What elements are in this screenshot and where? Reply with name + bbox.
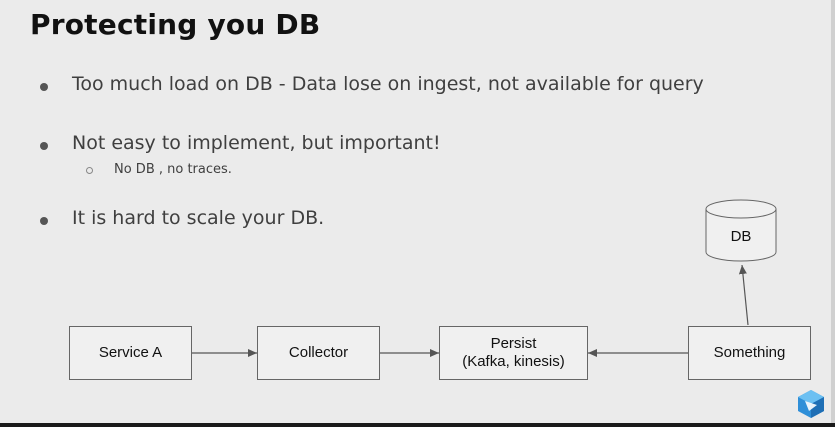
frame-edge [831, 0, 835, 427]
persist-sublabel: (Kafka, kinesis) [462, 353, 565, 370]
edge-something-to-db [738, 264, 749, 326]
cube-logo-icon [797, 389, 825, 423]
service-a-node: Service A [69, 326, 192, 380]
db-node-label: DB [730, 228, 752, 245]
something-label: Something [713, 344, 786, 361]
persist-label: Persist [490, 335, 537, 352]
slide: Protecting you DB Too much load on DB - … [0, 0, 835, 427]
collector-label: Collector [288, 344, 349, 361]
collector-node: Collector [257, 326, 380, 380]
service-a-label: Service A [98, 344, 163, 361]
persist-node: Persist (Kafka, kinesis) [439, 326, 588, 380]
something-node: Something [688, 326, 811, 380]
bottom-bar [0, 423, 835, 427]
